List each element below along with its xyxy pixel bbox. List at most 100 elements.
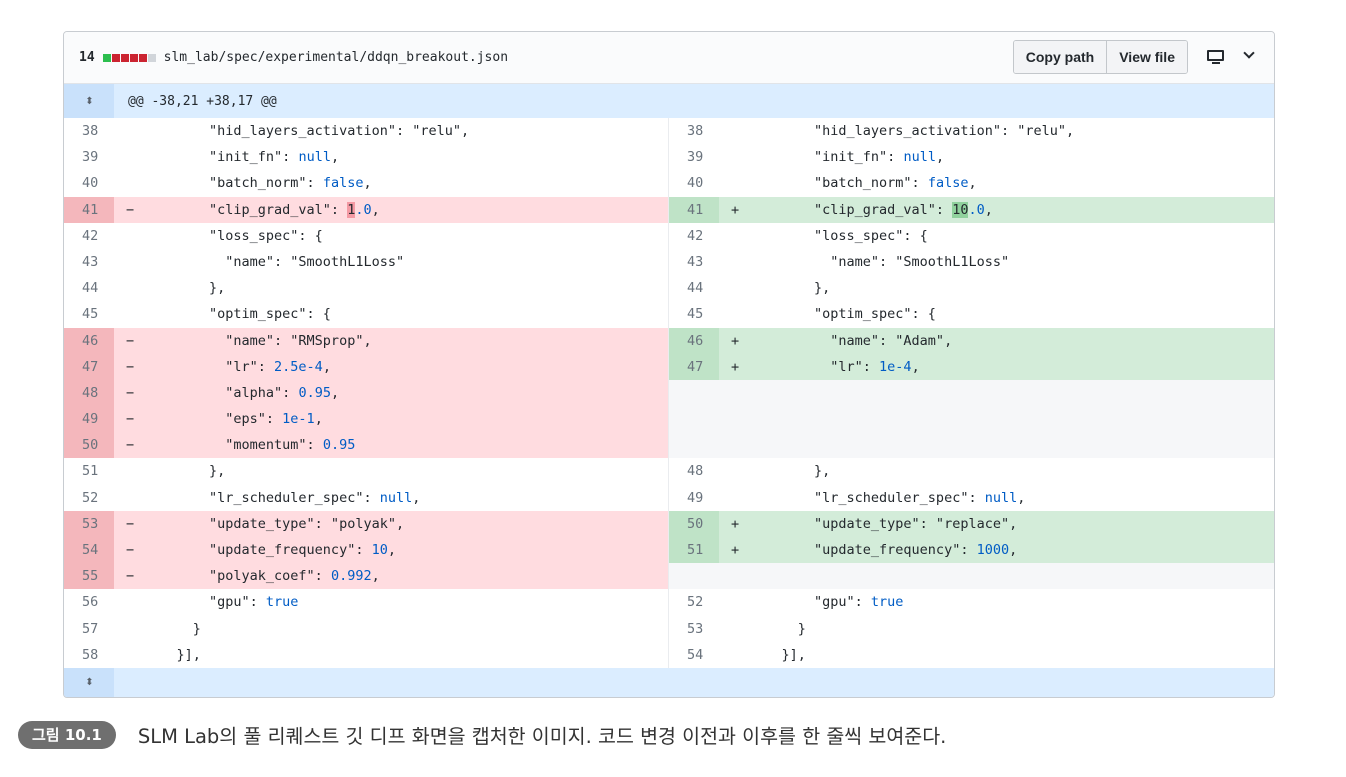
context-marker [114, 616, 144, 642]
line-number[interactable]: 41 [64, 196, 114, 223]
line-number[interactable]: 50 [64, 432, 114, 459]
code-text: "update_type": "polyak", [144, 515, 405, 532]
line-number[interactable]: 43 [669, 249, 719, 275]
diff-row: 58 }], 54 }], [64, 641, 1274, 668]
line-number[interactable]: 39 [669, 144, 719, 170]
left-line: 40 "batch_norm": false, [64, 170, 669, 197]
left-line: 41− "clip_grad_val": 1.0, [64, 196, 669, 223]
right-line [669, 406, 1274, 433]
copy-path-button[interactable]: Copy path [1013, 41, 1107, 73]
line-number[interactable]: 52 [669, 589, 719, 615]
line-number[interactable]: 38 [669, 118, 719, 144]
deletion-marker: − [126, 437, 135, 454]
button-group: Copy path View file [1012, 40, 1188, 74]
code-text: "clip_grad_val": 1.0, [144, 201, 380, 218]
code-text: "gpu": true [144, 594, 299, 611]
diff-row: 54− "update_frequency": 10, 51 + "update_f… [64, 537, 1274, 564]
diffstat-square [120, 53, 129, 62]
line-number[interactable]: 58 [64, 642, 114, 668]
context-marker [719, 301, 749, 327]
right-line: 53 } [669, 616, 1274, 642]
line-number[interactable]: 46 [64, 327, 114, 354]
line-number[interactable]: 52 [64, 485, 114, 511]
line-number[interactable]: 40 [669, 170, 719, 196]
view-file-button[interactable]: View file [1106, 41, 1187, 73]
context-marker [719, 249, 749, 275]
right-line: 40 "batch_norm": false, [669, 170, 1274, 196]
code-text: "update_frequency": 10, [144, 542, 396, 558]
diff-row: 51 }, 48 }, [64, 458, 1274, 485]
left-line: 57 } [64, 615, 669, 642]
diff-row: 47− "lr": 2.5e-4, 47 + "lr": 1e-4, [64, 353, 1274, 380]
context-marker [719, 616, 749, 642]
addition-marker: + [731, 542, 740, 558]
line-number[interactable]: 41 [669, 196, 719, 223]
addition-marker: + [731, 515, 740, 532]
diffstat-square [102, 53, 111, 62]
line-number[interactable]: 55 [64, 563, 114, 590]
line-number[interactable]: 44 [64, 275, 114, 301]
deletion-marker: − [126, 384, 135, 401]
code-text: "loss_spec": { [749, 227, 928, 244]
line-number[interactable]: 57 [64, 616, 114, 642]
deletion-marker: − [126, 201, 135, 218]
line-number[interactable]: 40 [64, 170, 114, 196]
line-number[interactable]: 45 [64, 301, 114, 327]
code-text: "lr_scheduler_spec": null, [144, 489, 421, 506]
right-line: 51 + "update_frequency": 1000, [669, 537, 1274, 564]
left-line: 45 "optim_spec": { [64, 301, 669, 328]
left-line: 50− "momentum": 0.95 [64, 432, 669, 459]
line-number[interactable]: 42 [64, 223, 114, 249]
line-number[interactable]: 51 [64, 458, 114, 484]
line-number[interactable]: 44 [669, 275, 719, 301]
line-number[interactable]: 48 [64, 379, 114, 407]
line-number[interactable]: 45 [669, 301, 719, 327]
line-number[interactable]: 47 [669, 353, 719, 380]
line-number[interactable]: 53 [669, 616, 719, 642]
right-line: 49 "lr_scheduler_spec": null, [669, 485, 1274, 511]
code-text: "loss_spec": { [144, 227, 323, 244]
context-marker [114, 144, 144, 170]
line-number[interactable]: 43 [64, 249, 114, 275]
context-marker [114, 118, 144, 144]
diff-row: 56 "gpu": true 52 "gpu": true [64, 589, 1274, 616]
line-number[interactable]: 53 [64, 510, 114, 537]
line-number[interactable]: 42 [669, 223, 719, 249]
line-number[interactable]: 49 [669, 485, 719, 511]
right-line: 39 "init_fn": null, [669, 144, 1274, 170]
diff-file-panel: 14 slm_lab/spec/experimental/ddqn_breako… [63, 31, 1275, 698]
line-number[interactable]: 48 [669, 458, 719, 484]
code-text: "polyak_coef": 0.992, [144, 568, 380, 585]
line-number[interactable]: 54 [669, 642, 719, 668]
code-text: "hid_layers_activation": "relu", [749, 123, 1075, 139]
diff-row: 52 "lr_scheduler_spec": null, 49 "lr_sche… [64, 484, 1274, 511]
chevron-down-icon[interactable] [1244, 49, 1254, 59]
file-header: 14 slm_lab/spec/experimental/ddqn_breako… [64, 32, 1274, 84]
right-line: 38 "hid_layers_activation": "relu", [669, 118, 1274, 144]
left-line: 48− "alpha": 0.95, [64, 379, 669, 407]
line-number[interactable]: 51 [669, 537, 719, 564]
expand-up-button[interactable]: ⬍ [64, 84, 114, 118]
deletion-marker: − [126, 411, 135, 428]
line-number[interactable]: 46 [669, 327, 719, 354]
line-number[interactable]: 50 [669, 510, 719, 537]
left-line: 58 }], [64, 641, 669, 668]
expand-down-button[interactable]: ⬍ [64, 667, 114, 697]
line-number[interactable]: 39 [64, 144, 114, 170]
line-number[interactable]: 56 [64, 589, 114, 615]
line-number[interactable]: 49 [64, 406, 114, 433]
display-rich-diff-icon[interactable] [1206, 48, 1226, 66]
line-number[interactable]: 54 [64, 537, 114, 564]
diff-row: 45 "optim_spec": {45 "optim_spec": { [64, 301, 1274, 328]
right-line: 42 "loss_spec": { [669, 223, 1274, 249]
code-text: "init_fn": null, [144, 149, 340, 166]
line-number[interactable]: 38 [64, 118, 114, 144]
line-number[interactable]: 47 [64, 353, 114, 380]
left-line: 51 }, [64, 458, 669, 485]
left-line: 38 "hid_layers_activation": "relu", [64, 118, 669, 145]
context-marker [719, 170, 749, 196]
diff-row: 55− "polyak_coef": 0.992, [64, 563, 1274, 590]
caption-text: SLM Lab의 풀 리퀘스트 깃 디프 화면을 캡처한 이미지. 코드 변경 … [137, 725, 947, 748]
diff-row: 49− "eps": 1e-1, [64, 406, 1274, 433]
right-line: 46 + "name": "Adam", [669, 327, 1274, 354]
